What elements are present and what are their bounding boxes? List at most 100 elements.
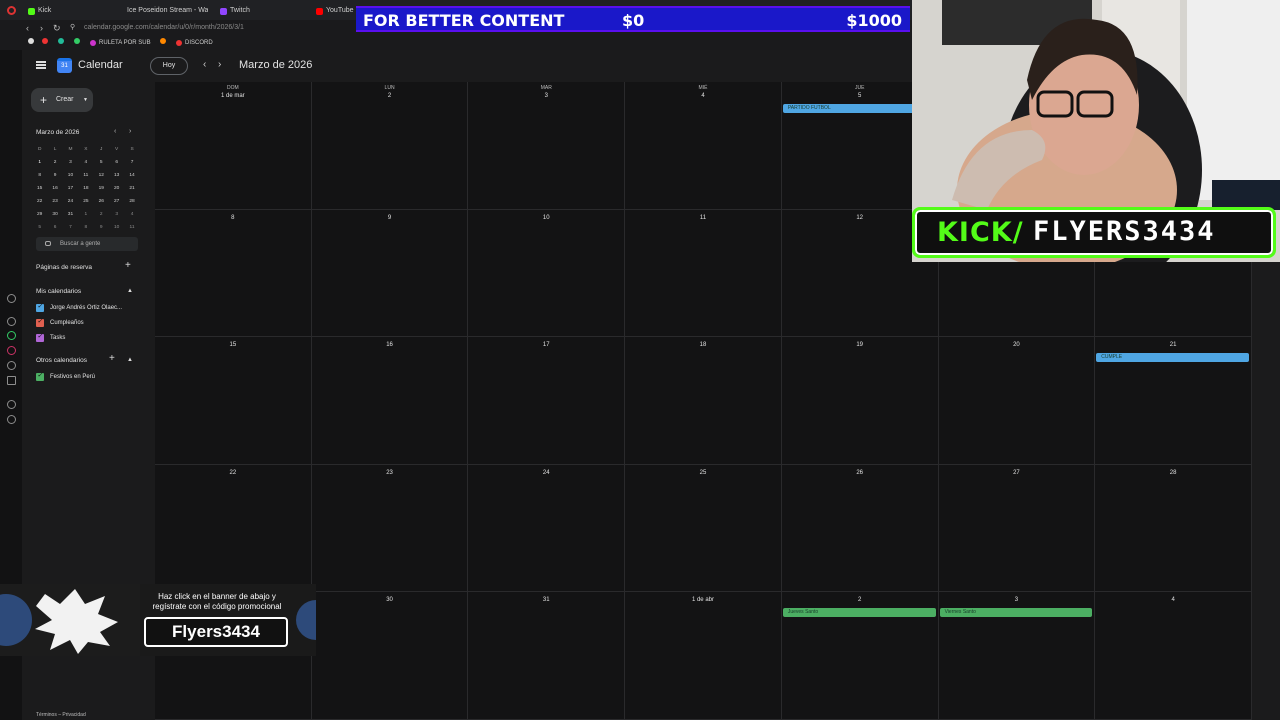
- mini-day[interactable]: 30: [47, 208, 62, 221]
- checkbox[interactable]: [36, 302, 44, 312]
- checkbox[interactable]: [36, 332, 44, 342]
- day-cell[interactable]: 16: [311, 337, 469, 465]
- mini-day[interactable]: 17: [63, 182, 78, 195]
- mini-day[interactable]: 12: [94, 169, 109, 182]
- mini-day[interactable]: 7: [63, 221, 78, 234]
- day-number[interactable]: 24: [468, 470, 624, 476]
- calendar-event[interactable]: CUMPLE: [1096, 353, 1249, 363]
- day-cell[interactable]: 22: [155, 464, 312, 593]
- mini-day[interactable]: 22: [32, 195, 47, 208]
- day-cell[interactable]: 20: [938, 337, 1096, 465]
- mini-day[interactable]: 11: [78, 169, 93, 182]
- day-number[interactable]: 8: [155, 215, 311, 221]
- day-cell[interactable]: 28: [1095, 464, 1252, 593]
- day-cell[interactable]: 4: [1095, 592, 1252, 720]
- mini-day[interactable]: 2: [47, 156, 62, 169]
- chevron-up-icon[interactable]: ▲: [127, 357, 133, 363]
- calendar-event[interactable]: Viernes Santo: [939, 608, 1093, 618]
- day-cell[interactable]: 17: [468, 337, 626, 465]
- bookmark-icon[interactable]: [74, 38, 80, 44]
- tab-youtube[interactable]: YouTube: [316, 3, 356, 19]
- day-number[interactable]: 20: [939, 342, 1095, 348]
- tab-twitch[interactable]: Twitch: [220, 3, 310, 19]
- mini-day[interactable]: 4: [78, 156, 93, 169]
- prev-month-icon[interactable]: ‹: [203, 59, 206, 70]
- day-cell[interactable]: 30: [311, 592, 469, 720]
- clock-icon[interactable]: [7, 400, 16, 409]
- url-field[interactable]: calendar.google.com/calendar/u/0/r/month…: [84, 22, 244, 34]
- mini-day[interactable]: 14: [124, 169, 139, 182]
- other-calendars-title[interactable]: Otros calendarios: [36, 357, 87, 364]
- mini-day[interactable]: 18: [78, 182, 93, 195]
- promo-banner[interactable]: Haz click en el banner de abajo y regíst…: [0, 584, 316, 656]
- messenger-icon[interactable]: [7, 317, 16, 326]
- mini-day[interactable]: 28: [124, 195, 139, 208]
- day-cell[interactable]: MAR 3: [468, 82, 626, 210]
- mini-day[interactable]: 1: [78, 208, 93, 221]
- day-cell[interactable]: MIÉ 4: [625, 82, 782, 210]
- day-cell[interactable]: 27: [938, 464, 1096, 593]
- mini-day[interactable]: 29: [32, 208, 47, 221]
- day-number[interactable]: 31: [468, 597, 624, 603]
- mini-day[interactable]: 16: [47, 182, 62, 195]
- day-number[interactable]: 4: [1095, 597, 1251, 603]
- day-number[interactable]: 1 de abr: [625, 597, 781, 603]
- mini-day[interactable]: 2: [94, 208, 109, 221]
- day-number[interactable]: 2: [782, 597, 938, 603]
- mini-day[interactable]: 5: [94, 156, 109, 169]
- mini-day[interactable]: 1: [32, 156, 47, 169]
- mini-prev-icon[interactable]: ‹: [114, 128, 116, 135]
- whatsapp-icon[interactable]: [7, 331, 16, 340]
- terms-link[interactable]: Términos – Privacidad: [36, 712, 86, 718]
- mini-day[interactable]: 6: [47, 221, 62, 234]
- mini-day[interactable]: 27: [109, 195, 124, 208]
- day-number[interactable]: 28: [1095, 470, 1251, 476]
- forward-icon[interactable]: ›: [40, 23, 43, 33]
- site-info-icon[interactable]: ⚲: [70, 23, 75, 33]
- mini-day[interactable]: 3: [109, 208, 124, 221]
- day-number[interactable]: 22: [155, 470, 311, 476]
- day-number[interactable]: 4: [625, 93, 781, 99]
- settings-icon[interactable]: [7, 415, 16, 424]
- day-number[interactable]: 16: [312, 342, 468, 348]
- mini-day[interactable]: 10: [109, 221, 124, 234]
- day-cell[interactable]: 11: [625, 209, 782, 338]
- mini-day[interactable]: 24: [63, 195, 78, 208]
- day-cell[interactable]: LUN 2: [311, 82, 469, 210]
- instagram-icon[interactable]: [7, 346, 16, 355]
- calendar-item[interactable]: Cumpleaños: [36, 317, 84, 327]
- back-icon[interactable]: ‹: [26, 23, 29, 33]
- mini-day[interactable]: 23: [47, 195, 62, 208]
- mini-day[interactable]: 8: [78, 221, 93, 234]
- bookmark-icon[interactable]: [42, 38, 48, 44]
- day-cell[interactable]: 31: [468, 592, 626, 720]
- day-cell[interactable]: 15: [155, 337, 312, 465]
- tab-ice-poseidon[interactable]: Ice Poseidon Stream - Wa: [124, 3, 208, 19]
- today-button[interactable]: Hoy: [150, 57, 188, 75]
- day-number[interactable]: 3: [939, 597, 1095, 603]
- bookmark-discord[interactable]: DISCORD: [176, 38, 213, 48]
- day-cell[interactable]: 25: [625, 464, 782, 593]
- mini-day[interactable]: 11: [124, 221, 139, 234]
- bookmark-icon[interactable]: [28, 38, 34, 44]
- mini-day[interactable]: 13: [109, 169, 124, 182]
- day-number[interactable]: 2: [312, 93, 468, 99]
- day-cell[interactable]: 8: [155, 209, 312, 338]
- checkbox[interactable]: [36, 317, 44, 327]
- day-number[interactable]: 23: [312, 470, 468, 476]
- mini-day[interactable]: 3: [63, 156, 78, 169]
- day-cell[interactable]: 9: [311, 209, 469, 338]
- add-calendar-icon[interactable]: +: [109, 353, 115, 364]
- add-booking-icon[interactable]: +: [125, 260, 131, 271]
- tab-kick[interactable]: Kick: [28, 3, 118, 19]
- history-icon[interactable]: [7, 294, 16, 303]
- day-cell[interactable]: 24: [468, 464, 626, 593]
- mini-day[interactable]: 19: [94, 182, 109, 195]
- day-number[interactable]: 30: [312, 597, 468, 603]
- mini-day[interactable]: 9: [94, 221, 109, 234]
- mini-day[interactable]: 10: [63, 169, 78, 182]
- mini-day[interactable]: 9: [47, 169, 62, 182]
- checkbox[interactable]: [36, 371, 44, 381]
- booking-pages-title[interactable]: Páginas de reserva: [36, 264, 92, 271]
- day-cell[interactable]: 1 de abr: [625, 592, 782, 720]
